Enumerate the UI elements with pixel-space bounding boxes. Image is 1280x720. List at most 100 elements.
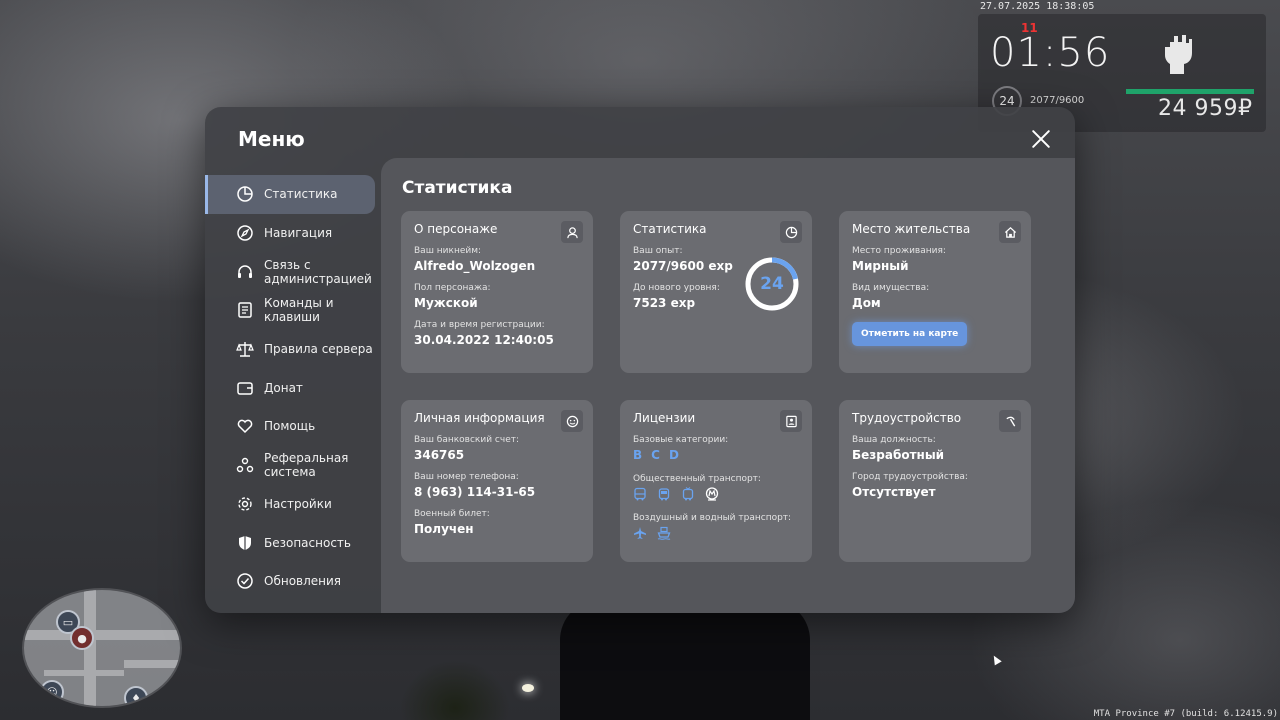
place-label: Место проживания: [852, 246, 946, 256]
health-bar [1126, 89, 1254, 94]
bank-value: 346765 [414, 448, 465, 462]
mouse-cursor [990, 653, 1002, 666]
gear-icon [238, 497, 252, 511]
menu-title: Меню [238, 127, 305, 151]
shield-icon [239, 535, 251, 550]
npc-map-icon: ☺ [40, 680, 64, 704]
sidebar-item-label: Команды и клавиши [264, 296, 334, 325]
fist-icon [1165, 35, 1192, 74]
check-circle-icon [237, 573, 253, 589]
sidebar-item-label: Навигация [264, 226, 333, 241]
hud-clock: 01:56 [990, 30, 1111, 76]
public-transport-icons [633, 487, 799, 501]
sidebar-item-label: Настройки [264, 496, 332, 511]
background-lamp [522, 684, 534, 692]
license-category: C [651, 448, 660, 462]
property-value: Дом [852, 296, 881, 310]
military-label: Военный билет: [414, 509, 490, 519]
close-icon[interactable] [1029, 127, 1053, 151]
hud-datetime: 27.07.2025 18:38:05 [980, 1, 1095, 12]
background-tree [400, 660, 510, 720]
sidebar-item-updates[interactable]: Обновления [205, 562, 381, 601]
sidebar-item-contact-admin[interactable]: Связь с администрацией [205, 252, 381, 291]
pickaxe-icon [999, 410, 1021, 432]
plane-icon [634, 527, 646, 539]
content-panel: Статистика О персонаже Ваш никнейм: Alfr… [381, 158, 1075, 613]
sidebar-item-statistics[interactable]: Статистика [205, 175, 375, 214]
build-watermark: MTA Province #7 (build: 6.12415.9) [1093, 709, 1278, 719]
sidebar-item-label: Связь с администрацией [264, 257, 372, 286]
sidebar-item-label: Правила сервера [264, 342, 373, 357]
content-title: Статистика [402, 178, 513, 198]
place-value: Мирный [852, 259, 909, 273]
position-label: Ваша должность: [852, 435, 936, 445]
card-title: Трудоустройство [852, 411, 962, 425]
menu-window: Меню Статистика Навигация Связь с админи… [205, 107, 1075, 613]
sidebar-item-label: Донат [264, 380, 303, 395]
hud-money: 24 959₽ [1158, 96, 1253, 121]
metro-icon [705, 487, 719, 501]
hud-exp: 2077/9600 [1030, 95, 1085, 106]
card-title: Лицензии [633, 411, 696, 425]
sidebar-item-security[interactable]: Безопасность [205, 523, 381, 562]
player-marker-icon: ● [70, 626, 94, 650]
menu-sidebar: Статистика Навигация Связь с администрац… [205, 175, 381, 601]
sidebar-item-label: Статистика [264, 187, 338, 202]
card-title: Личная информация [414, 411, 545, 425]
sidebar-item-settings[interactable]: Настройки [205, 485, 381, 524]
work-city-value: Отсутствует [852, 485, 936, 499]
card-employment: Трудоустройство Ваша должность: Безработ… [839, 400, 1031, 562]
face-icon [561, 410, 583, 432]
sidebar-item-label: Безопасность [264, 535, 351, 550]
card-character: О персонаже Ваш никнейм: Alfredo_Wolzoge… [401, 211, 593, 373]
license-categories: B C D [633, 448, 799, 462]
card-statistics: Статистика Ваш опыт: 2077/9600 exp До но… [620, 211, 812, 373]
pie-chart-icon [237, 186, 253, 203]
card-title: Статистика [633, 222, 707, 236]
card-title: Место жительства [852, 222, 971, 236]
sidebar-item-donate[interactable]: Донат [205, 368, 381, 407]
nickname-label: Ваш никнейм: [414, 246, 482, 256]
work-city-label: Город трудоустройства: [852, 472, 968, 482]
base-categories-label: Базовые категории: [633, 435, 729, 445]
sidebar-item-commands[interactable]: Команды и клавиши [205, 291, 381, 330]
background-figure [560, 600, 810, 720]
sidebar-item-navigation[interactable]: Навигация [205, 214, 381, 253]
shop-map-icon: ♦ [124, 686, 148, 706]
scales-icon [236, 342, 254, 357]
card-personal: Личная информация Ваш банковский счет: 3… [401, 400, 593, 562]
property-label: Вид имущества: [852, 283, 930, 293]
card-residence: Место жительства Место проживания: Мирны… [839, 211, 1031, 373]
bus-icon [634, 487, 646, 501]
sidebar-item-rules[interactable]: Правила сервера [205, 330, 381, 369]
military-value: Получен [414, 522, 474, 536]
level-value: 24 [760, 274, 784, 294]
heart-hands-icon [237, 420, 253, 434]
public-transport-label: Общественный транспорт: [633, 474, 761, 484]
air-water-transport-icons [633, 526, 799, 540]
card-title: О персонаже [414, 222, 498, 236]
referral-icon [236, 457, 254, 473]
gender-value: Мужской [414, 296, 478, 310]
headset-icon [238, 264, 252, 278]
trolleybus-icon [682, 487, 694, 501]
gender-label: Пол персонажа: [414, 283, 491, 293]
phone-value: 8 (963) 114-31-65 [414, 485, 536, 499]
sidebar-item-label: Помощь [264, 419, 316, 434]
ship-icon [657, 526, 671, 540]
document-icon [238, 302, 252, 319]
reg-date-value: 30.04.2022 12:40:05 [414, 333, 554, 347]
sidebar-item-help[interactable]: Помощь [205, 407, 381, 446]
card-licenses: Лицензии Базовые категории: B C D Общест… [620, 400, 812, 562]
wallet-icon [237, 382, 253, 395]
minimap[interactable]: ▭ ● ♦ ☺ [22, 588, 182, 708]
pie-chart-icon [780, 221, 802, 243]
user-icon [561, 221, 583, 243]
nickname-value: Alfredo_Wolzogen [414, 259, 536, 273]
sidebar-item-referral[interactable]: Реферальная система [205, 446, 381, 485]
license-card-icon [780, 410, 802, 432]
house-icon [999, 221, 1021, 243]
tram-icon [658, 488, 670, 501]
license-category: B [633, 448, 643, 462]
mark-on-map-button[interactable]: Отметить на карте [852, 322, 968, 346]
